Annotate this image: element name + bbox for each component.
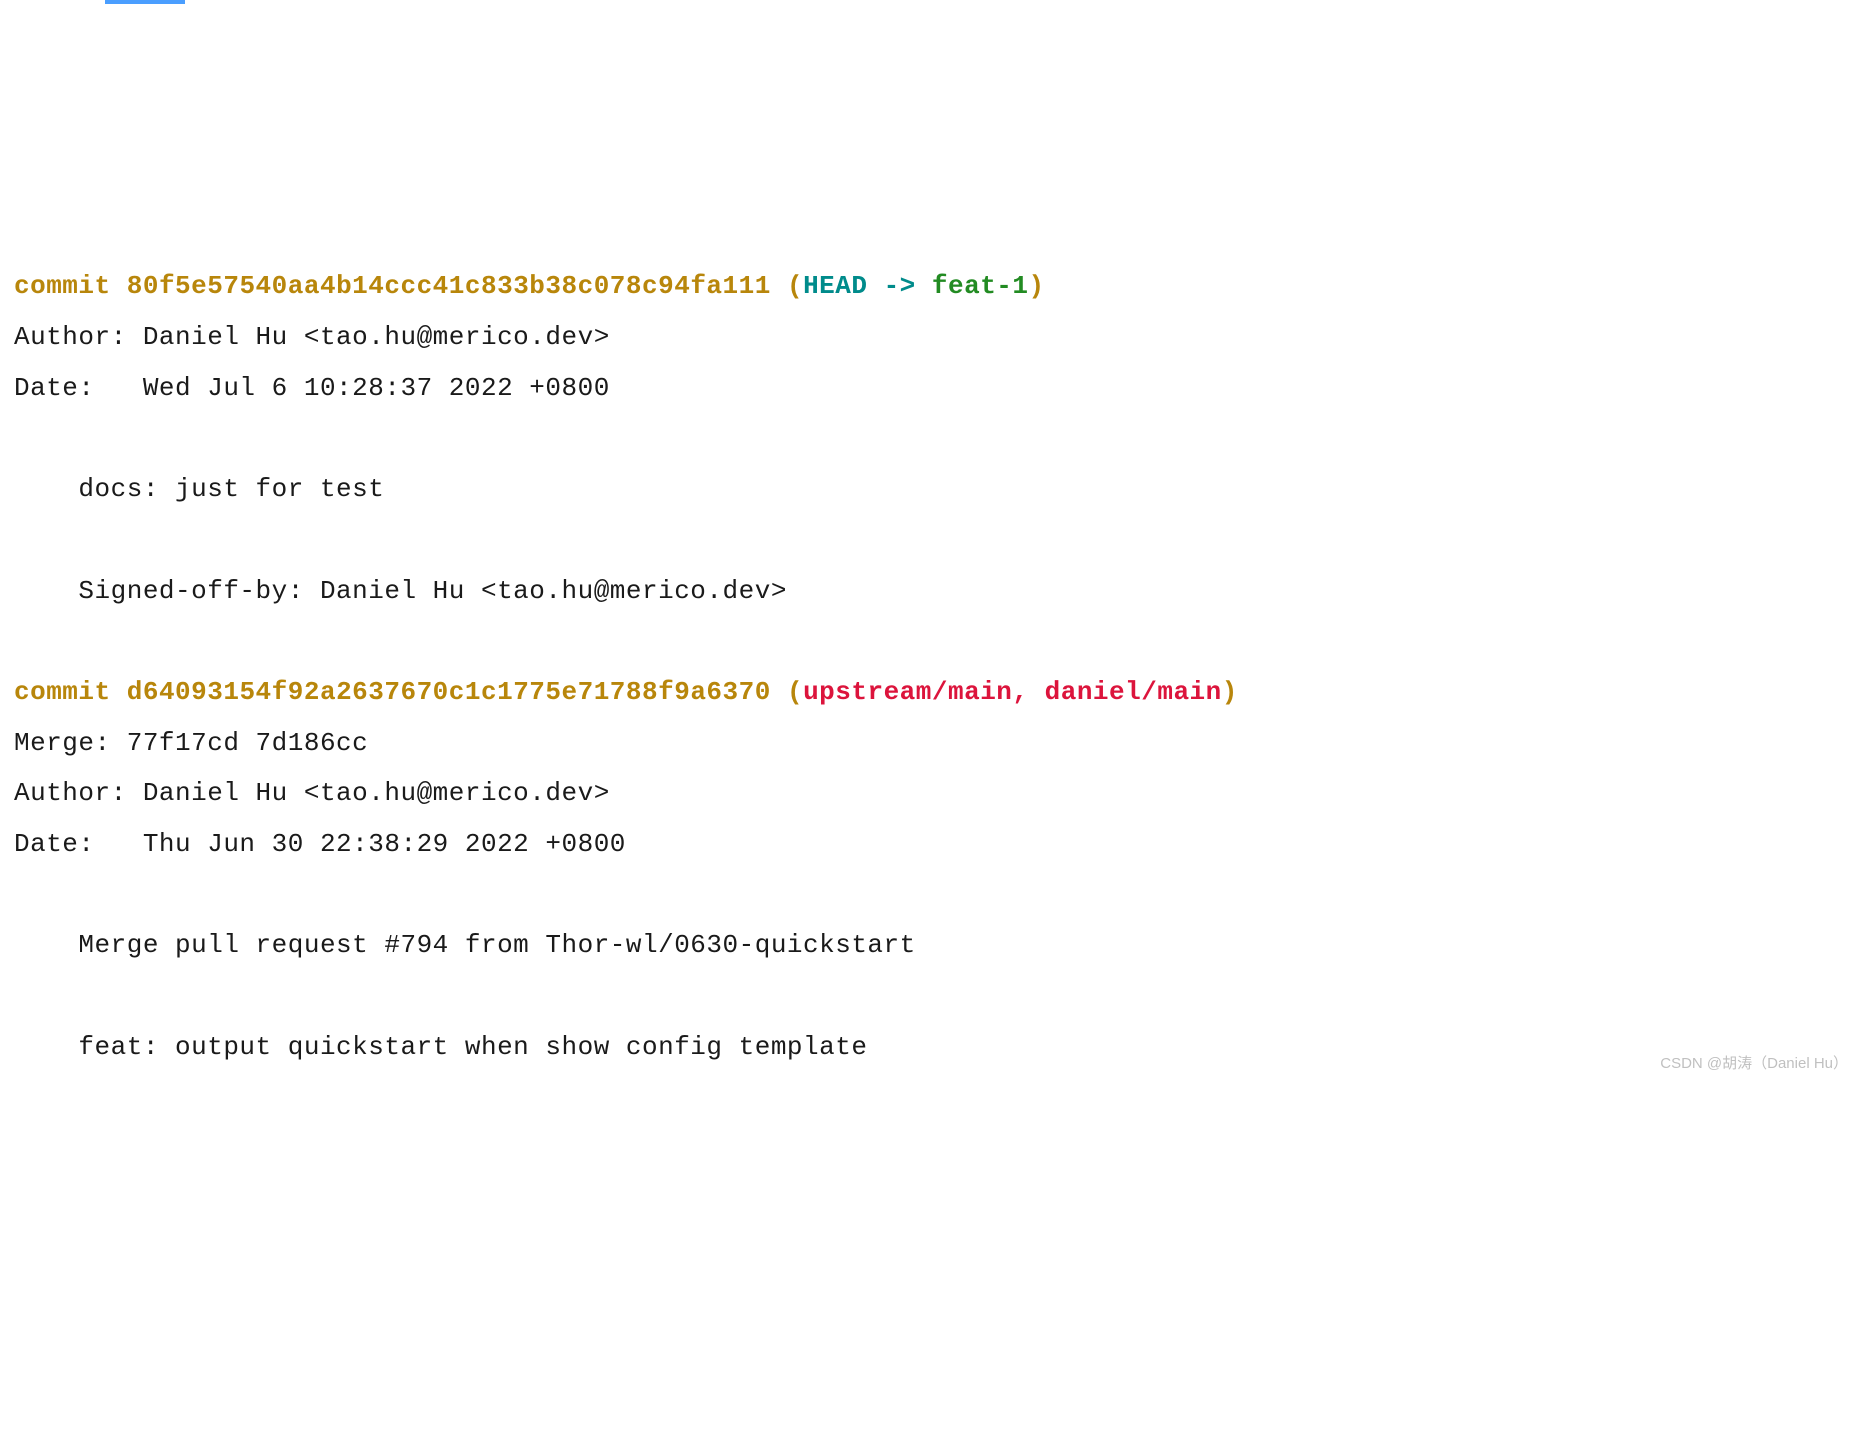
merge-line: Merge: 77f17cd 7d186cc: [14, 728, 368, 758]
branch-ref: feat-1: [932, 271, 1029, 301]
tab-indicator: [105, 0, 185, 4]
commit-body-line: Merge pull request #794 from Thor-wl/063…: [14, 930, 916, 960]
commit-hash: d64093154f92a2637670c1c1775e71788f9a6370: [127, 677, 771, 707]
commit-body-line: feat: output quickstart when show config…: [14, 1032, 867, 1062]
commit-body-line: [14, 981, 78, 1011]
commit-keyword: commit: [14, 271, 111, 301]
date-line: Date: Wed Jul 6 10:28:37 2022 +0800: [14, 373, 610, 403]
commit-body-line: Signed-off-by: Daniel Hu <tao.hu@merico.…: [14, 576, 787, 606]
commit-body-line: docs: just for test: [14, 474, 384, 504]
watermark: CSDN @胡涛（Daniel Hu）: [1660, 1049, 1848, 1078]
author-line: Author: Daniel Hu <tao.hu@merico.dev>: [14, 778, 610, 808]
commit-body-line: [14, 525, 78, 555]
ref-open-paren: (: [771, 677, 803, 707]
remote-ref: upstream/main: [803, 677, 1012, 707]
author-line: Author: Daniel Hu <tao.hu@merico.dev>: [14, 322, 610, 352]
date-line: Date: Thu Jun 30 22:38:29 2022 +0800: [14, 829, 626, 859]
ref-close-paren: ): [1222, 677, 1238, 707]
head-ref: HEAD ->: [803, 271, 932, 301]
commit-hash: 80f5e57540aa4b14ccc41c833b38c078c94fa111: [127, 271, 771, 301]
git-log-output: commit 80f5e57540aa4b14ccc41c833b38c078c…: [14, 261, 1844, 1072]
ref-separator: ,: [1012, 677, 1044, 707]
ref-close-paren: ): [1029, 271, 1045, 301]
remote-ref: daniel/main: [1045, 677, 1222, 707]
commit-keyword: commit: [14, 677, 111, 707]
ref-open-paren: (: [771, 271, 803, 301]
